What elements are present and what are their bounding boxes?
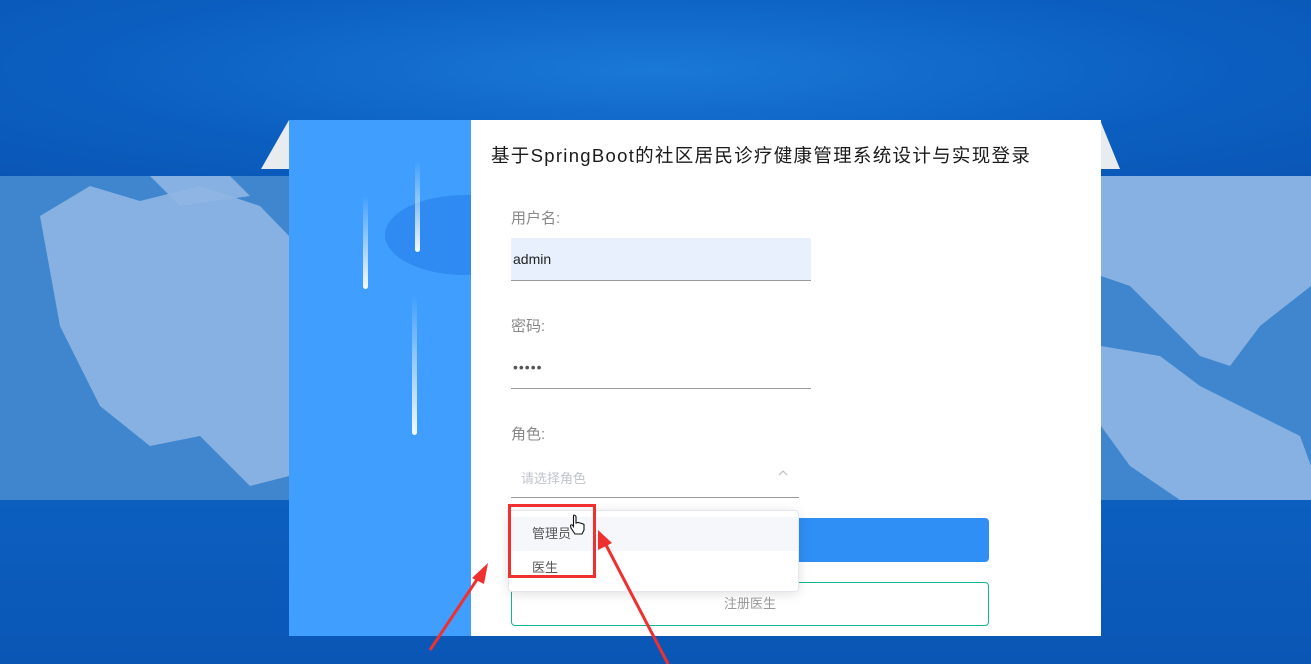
role-select-placeholder: 请选择角色 — [521, 471, 587, 486]
card-decoration-panel — [289, 120, 471, 636]
annotation-highlight-box — [508, 504, 596, 578]
username-input[interactable] — [511, 238, 811, 281]
role-label: 角色: — [511, 426, 546, 443]
arrow-up-icon — [777, 467, 789, 482]
page-title: 基于SpringBoot的社区居民诊疗健康管理系统设计与实现登录 — [491, 145, 1032, 166]
login-card: 基于SpringBoot的社区居民诊疗健康管理系统设计与实现登录 用户名: 密码… — [289, 120, 1101, 636]
decoration-streak — [363, 195, 368, 289]
username-label: 用户名: — [511, 210, 561, 227]
ribbon-right — [1100, 120, 1120, 169]
decoration-streak — [415, 160, 420, 252]
decoration-glow — [385, 195, 471, 275]
decoration-streak — [412, 295, 417, 435]
role-select[interactable]: 请选择角色 — [511, 454, 799, 498]
password-label: 密码: — [511, 318, 546, 335]
password-input[interactable] — [511, 346, 811, 389]
